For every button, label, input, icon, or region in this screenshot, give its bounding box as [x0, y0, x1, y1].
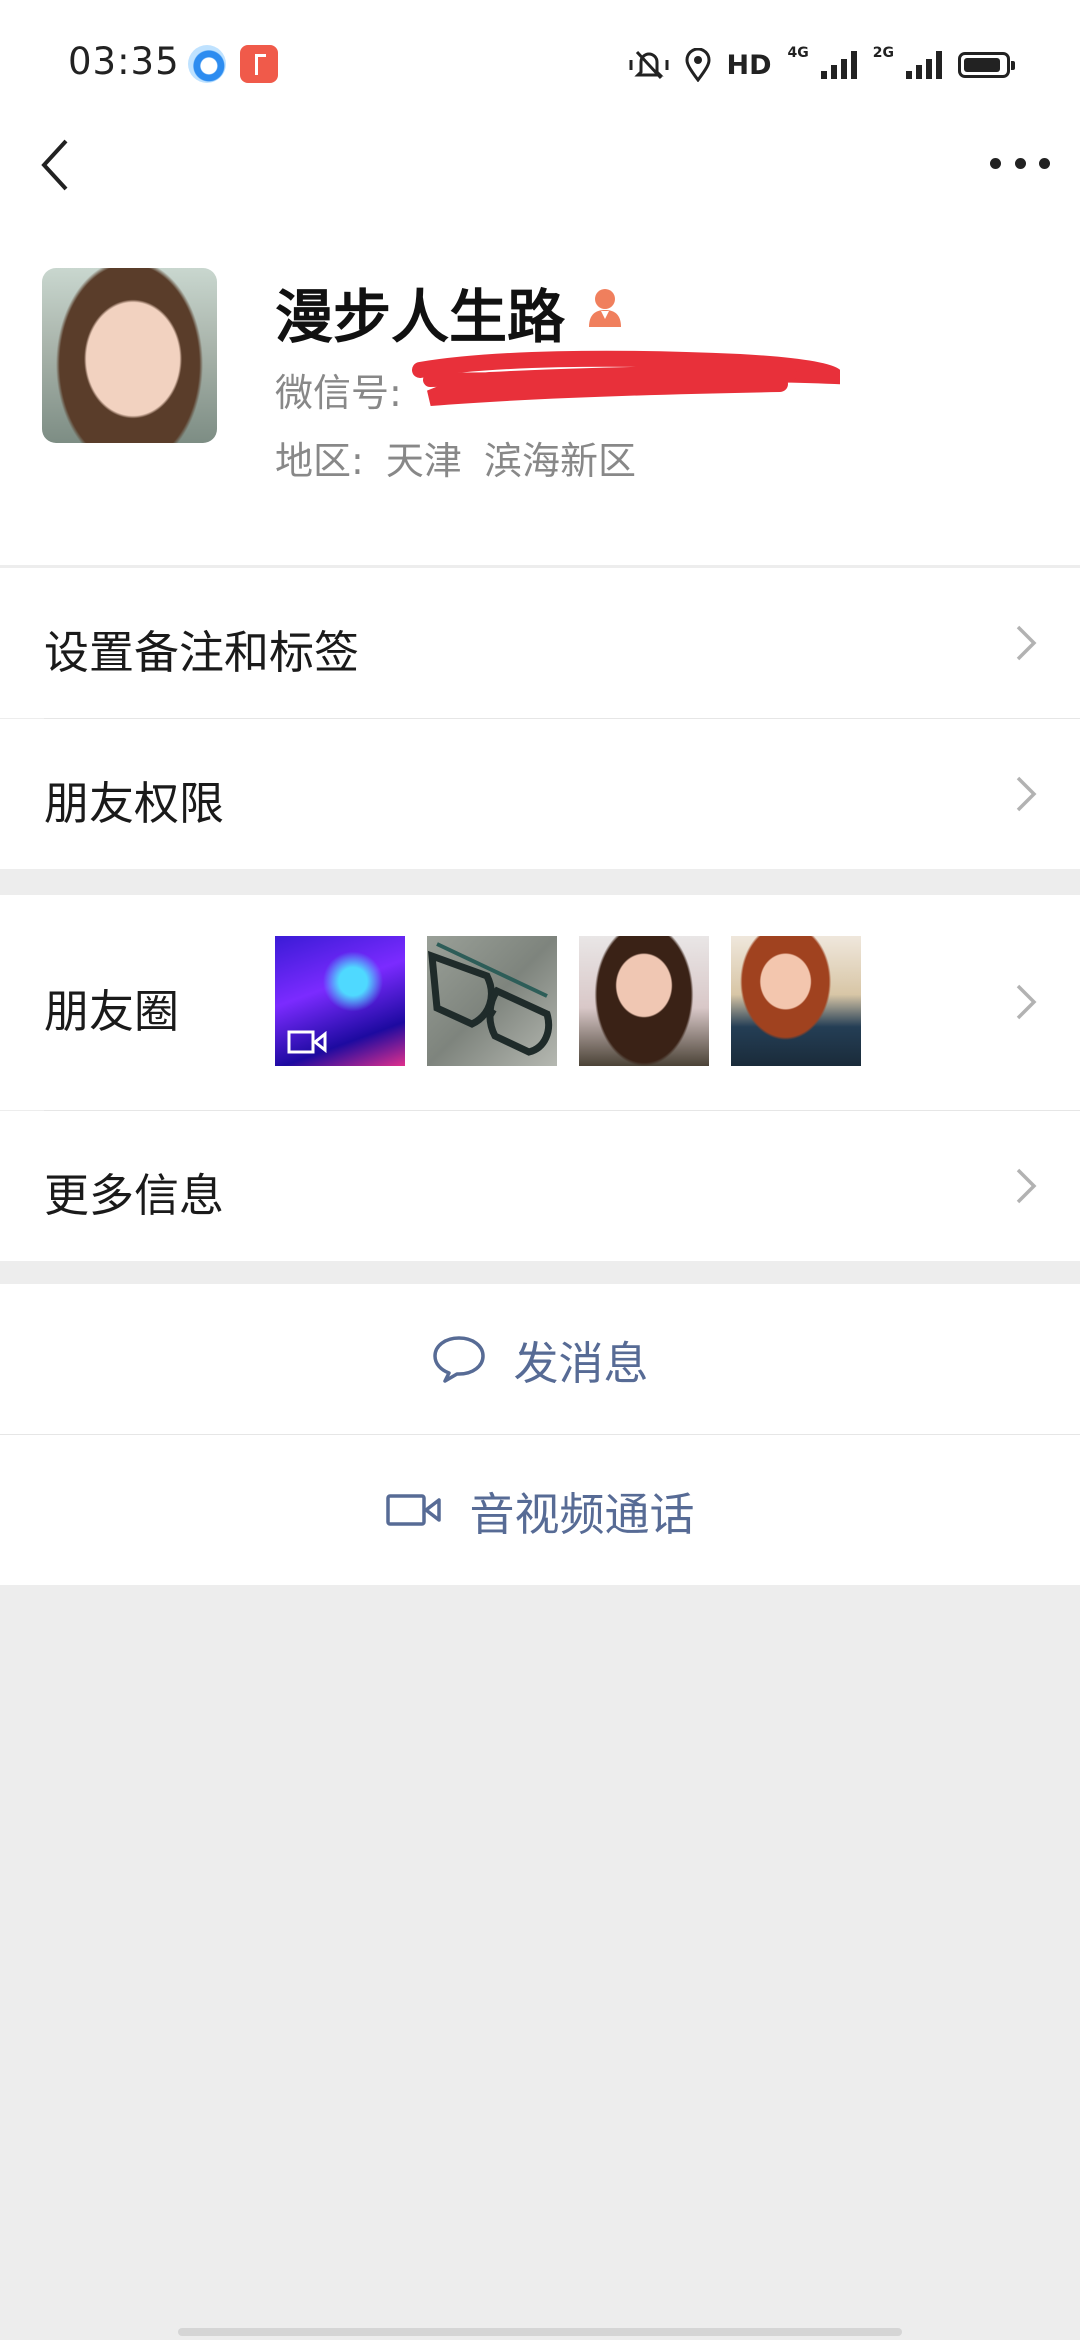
chevron-right-icon	[1016, 1168, 1037, 1204]
remarks-tags-label: 设置备注和标签	[44, 626, 360, 679]
contact-profile-screen: 03:35 HD 4G 2G 漫步人生路 微信号: 地区: 天津 滨海新区 设置…	[0, 0, 1080, 2340]
status-time: 03:35	[68, 40, 180, 83]
video-call-button[interactable]: 音视频通话	[0, 1435, 1080, 1585]
wechat-id-label: 微信号:	[275, 371, 402, 415]
more-info-label: 更多信息	[44, 1169, 225, 1222]
chevron-right-icon	[1016, 776, 1037, 812]
vibrate-mute-icon	[629, 50, 669, 80]
redaction-scribble	[412, 350, 840, 406]
location-icon	[685, 48, 711, 82]
contact-nickname: 漫步人生路	[275, 283, 566, 351]
status-indicators: HD 4G 2G	[629, 45, 1015, 85]
video-call-label: 音视频通话	[469, 1487, 695, 1541]
home-indicator[interactable]	[178, 2328, 902, 2336]
chevron-left-icon[interactable]	[36, 135, 76, 195]
signal-4g-icon	[820, 51, 857, 79]
hd-indicator: HD	[726, 49, 772, 81]
more-dots-icon[interactable]	[990, 148, 1050, 178]
moments-label: 朋友圈	[44, 985, 180, 1038]
send-message-button[interactable]: 发消息	[0, 1284, 1080, 1434]
moments-thumbnail-video[interactable]	[275, 936, 405, 1066]
moments-thumbnail-selfie[interactable]	[579, 936, 709, 1066]
send-message-label: 发消息	[513, 1336, 649, 1390]
moments-thumbnail-portrait[interactable]	[731, 936, 861, 1066]
friend-permissions-label: 朋友权限	[44, 777, 225, 830]
female-gender-icon	[589, 289, 621, 327]
moments-thumbnail-glasses[interactable]	[427, 936, 557, 1066]
browser-app-icon	[188, 45, 226, 83]
network-2g-label: 2G	[872, 45, 894, 61]
battery-icon	[958, 52, 1015, 78]
contact-region: 地区: 天津 滨海新区	[275, 439, 636, 483]
friend-permissions-row[interactable]: 朋友权限	[0, 719, 1080, 869]
signal-2g-icon	[906, 51, 942, 79]
avatar[interactable]	[42, 268, 217, 443]
more-info-row[interactable]: 更多信息	[0, 1111, 1080, 1261]
chevron-right-icon	[1016, 625, 1037, 661]
chat-bubble-icon	[433, 1336, 486, 1383]
glasses-photo	[427, 942, 553, 1056]
chevron-right-icon	[1016, 984, 1037, 1020]
music-app-icon	[240, 45, 278, 83]
video-call-icon	[386, 1494, 442, 1526]
video-camera-icon	[287, 1030, 327, 1054]
status-bar: 03:35 HD 4G 2G	[0, 0, 1080, 125]
remarks-tags-row[interactable]: 设置备注和标签	[0, 568, 1080, 718]
network-4g-label: 4G	[787, 45, 809, 61]
